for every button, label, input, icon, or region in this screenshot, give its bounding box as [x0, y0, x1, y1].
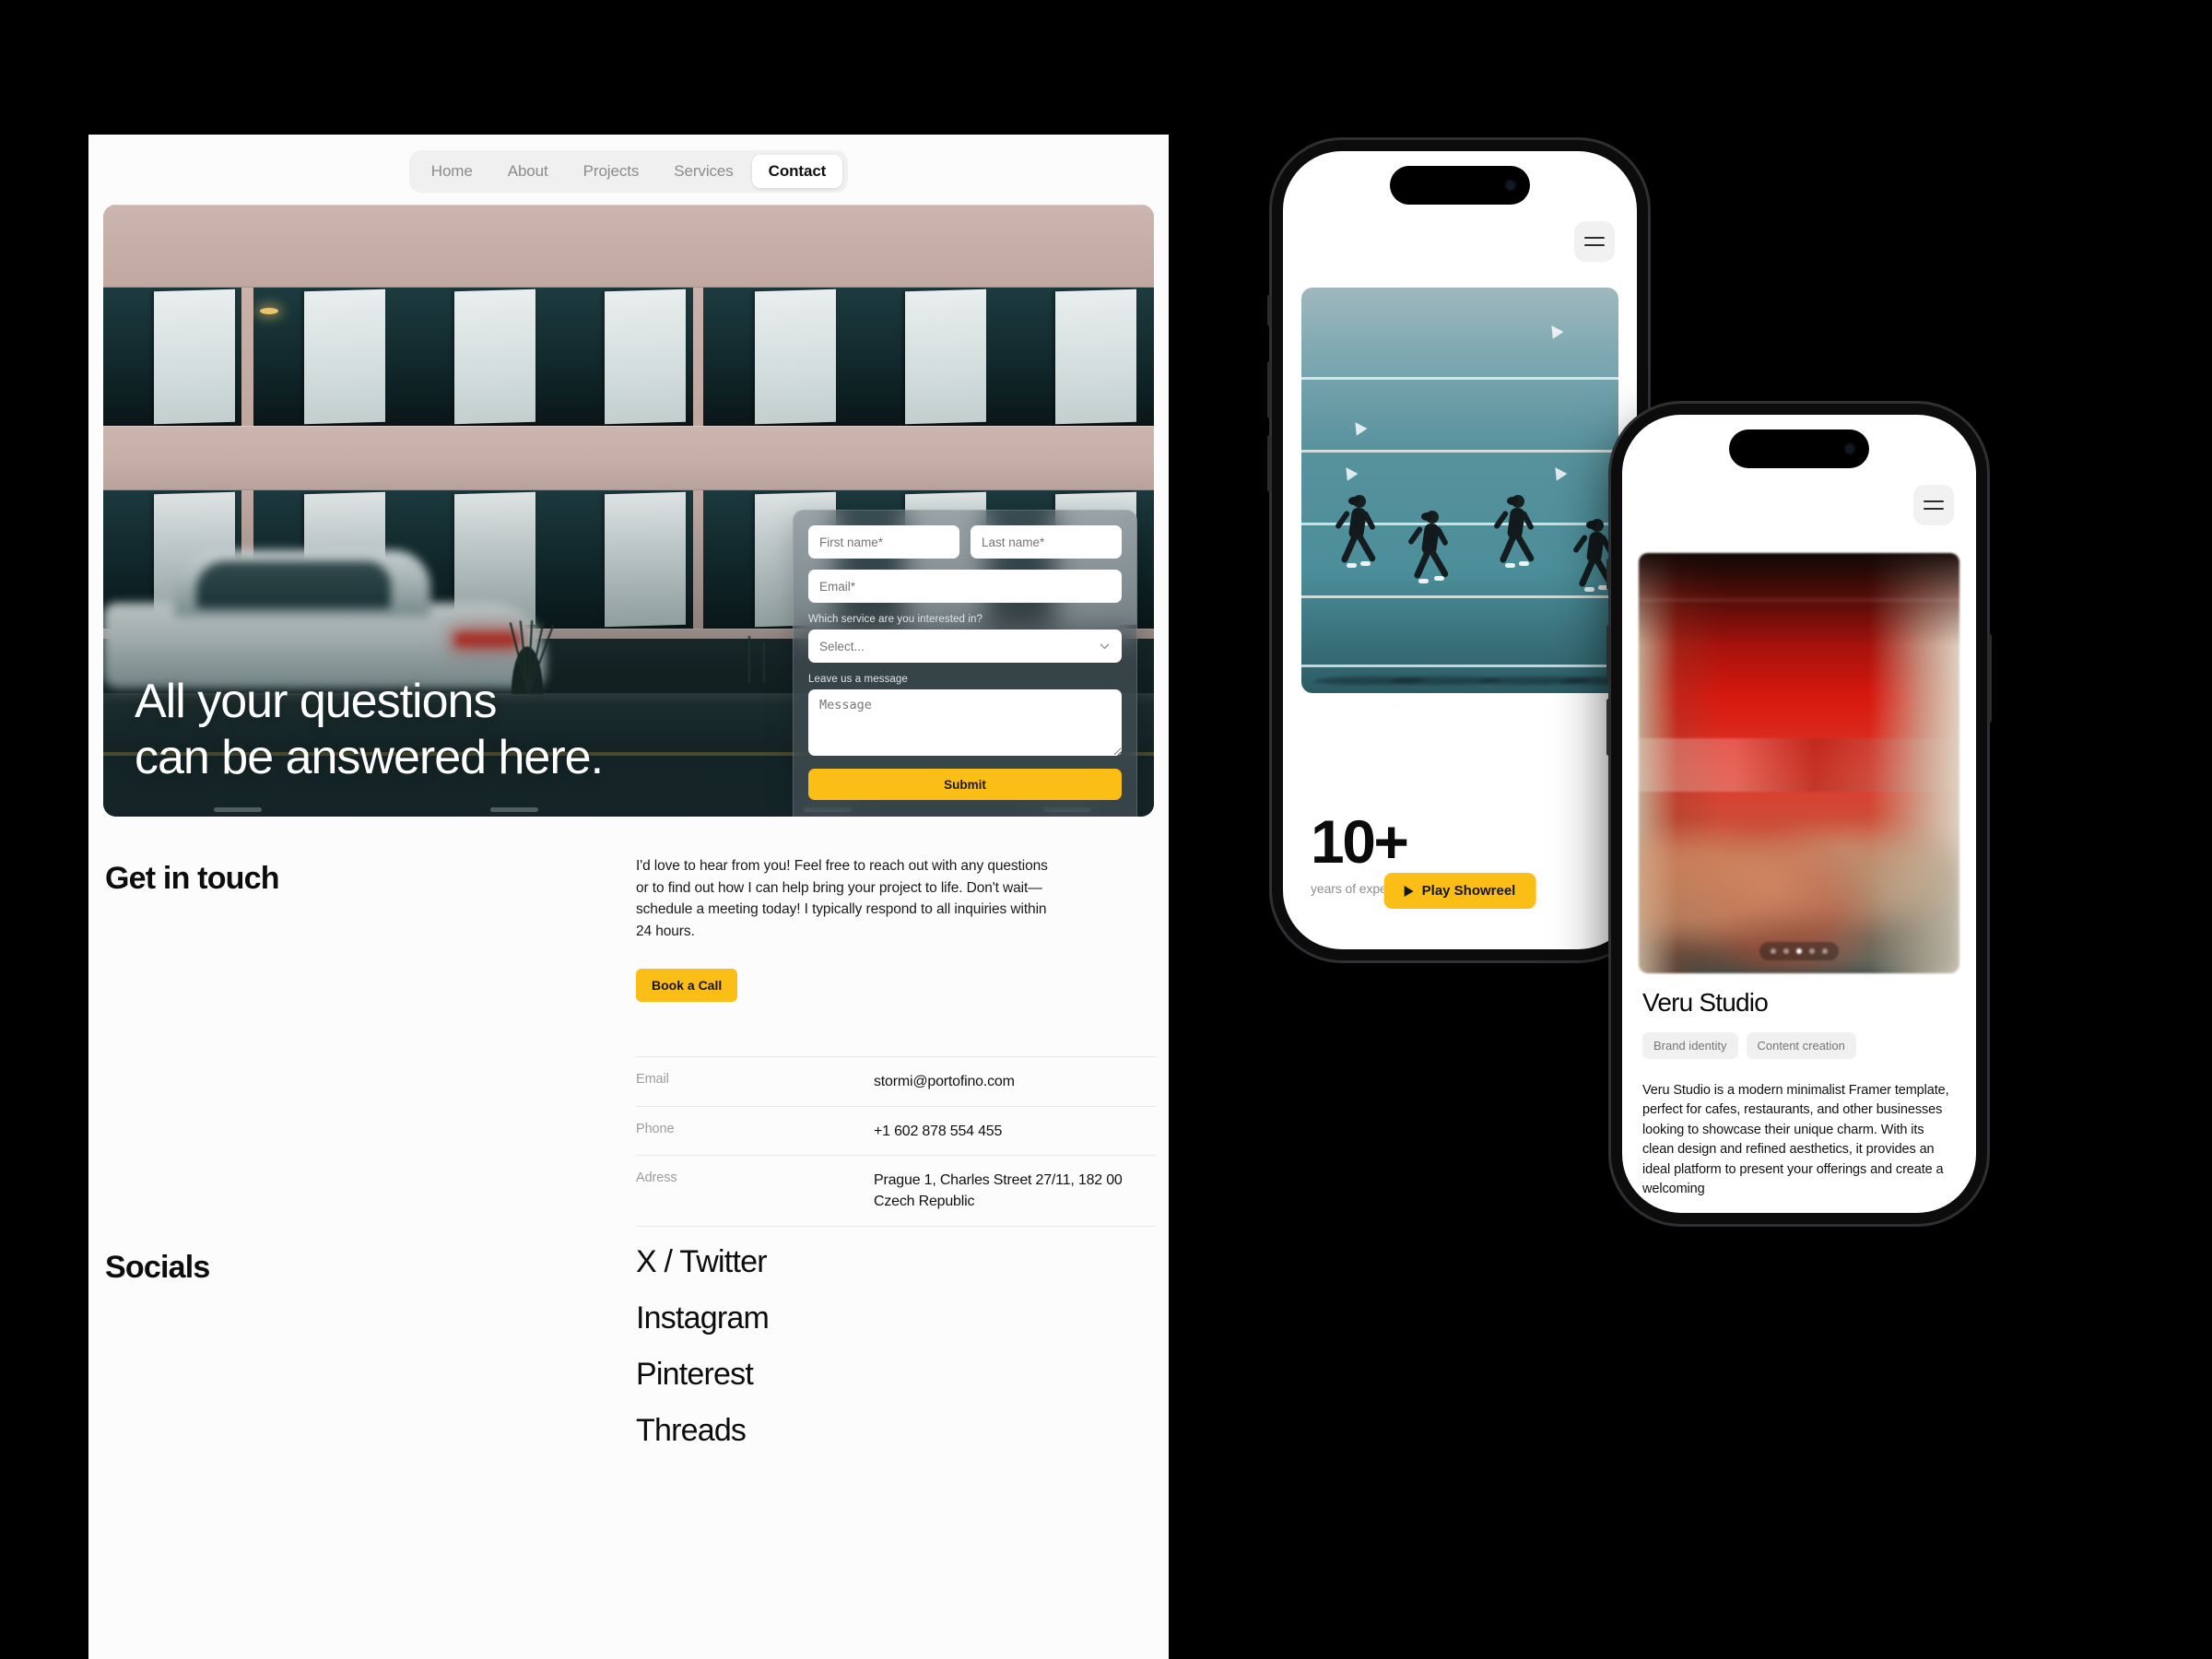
hamburger-menu-button[interactable]	[1913, 485, 1954, 525]
social-link-x-twitter[interactable]: X / Twitter	[636, 1244, 769, 1280]
phone2-screen: Veru Studio Brand identity Content creat…	[1622, 415, 1976, 1213]
contact-value-address: Prague 1, Charles Street 27/11, 182 00 C…	[874, 1172, 1123, 1210]
camera-icon	[1843, 442, 1856, 455]
service-select-wrapper[interactable]	[808, 629, 1122, 663]
project-title: Veru Studio	[1642, 988, 1769, 1017]
project-description: Veru Studio is a modern minimalist Frame…	[1642, 1083, 1949, 1197]
hero-section: All your questions can be answered here.…	[103, 205, 1154, 817]
carousel-dot[interactable]	[1771, 948, 1776, 954]
nav-item-home[interactable]: Home	[415, 155, 489, 188]
carousel-dot[interactable]	[1809, 948, 1815, 954]
runners-track-image	[1301, 288, 1618, 693]
service-field-label: Which service are you interested in?	[808, 614, 982, 625]
contact-value-email[interactable]: stormi@portofino.com	[874, 1072, 1156, 1093]
nav-item-projects[interactable]: Projects	[567, 155, 656, 188]
first-name-input[interactable]	[808, 525, 959, 559]
hero-title-line-2: can be answered here.	[135, 730, 604, 784]
project-cover-image	[1639, 553, 1959, 973]
tag-content-creation[interactable]: Content creation	[1746, 1032, 1856, 1059]
social-link-pinterest[interactable]: Pinterest	[636, 1357, 769, 1393]
contact-key-phone: Phone	[636, 1121, 675, 1136]
contact-key-email: Email	[636, 1072, 669, 1087]
table-row: Email stormi@portofino.com	[636, 1056, 1156, 1107]
nav-item-about[interactable]: About	[491, 155, 565, 188]
social-link-instagram[interactable]: Instagram	[636, 1300, 770, 1336]
table-row: Phone +1 602 878 554 455	[636, 1107, 1156, 1157]
play-icon	[1404, 885, 1414, 897]
dynamic-island	[1729, 429, 1869, 468]
camera-icon	[1504, 179, 1517, 192]
runner-figure	[1406, 511, 1450, 595]
phone-mockup-project: Veru Studio Brand identity Content creat…	[1606, 404, 1992, 1224]
name-row	[808, 525, 1122, 559]
hamburger-menu-button[interactable]	[1574, 221, 1615, 262]
nav-item-services[interactable]: Services	[657, 155, 749, 188]
phone1-screen: Play Showreel 10+ years of experience	[1283, 151, 1637, 949]
message-field-label: Leave us a message	[808, 674, 908, 685]
hero-title: All your questions can be answered here.	[135, 674, 604, 785]
project-details: Veru Studio Brand identity Content creat…	[1642, 988, 1956, 1200]
carousel-dot[interactable]	[1822, 948, 1828, 954]
desktop-preview-panel: Home About Projects Services Contact All…	[88, 135, 1169, 1659]
nav-item-contact[interactable]: Contact	[751, 155, 843, 188]
contact-form: Which service are you interested in? Lea…	[793, 510, 1137, 817]
play-showreel-button[interactable]: Play Showreel	[1383, 873, 1536, 909]
get-in-touch-heading: Get in touch	[105, 861, 280, 896]
carousel-dot[interactable]	[1783, 948, 1789, 954]
project-tags: Brand identity Content creation	[1642, 1032, 1956, 1059]
carousel-dots[interactable]	[1759, 942, 1839, 960]
service-select[interactable]	[808, 629, 1122, 663]
main-navigation: Home About Projects Services Contact	[408, 150, 849, 193]
get-in-touch-paragraph: I'd love to hear from you! Feel free to …	[636, 858, 1048, 939]
socials-list: X / Twitter Instagram Pinterest Threads	[636, 1244, 770, 1469]
book-a-call-button[interactable]: Book a Call	[636, 969, 738, 1002]
table-row: Adress Prague 1, Charles Street 27/11, 1…	[636, 1156, 1156, 1227]
message-textarea[interactable]	[808, 689, 1122, 756]
canvas: Home About Projects Services Contact All…	[0, 0, 2212, 1659]
runner-figure	[1492, 494, 1535, 580]
dynamic-island	[1390, 166, 1530, 205]
tag-brand-identity[interactable]: Brand identity	[1642, 1032, 1738, 1059]
email-input[interactable]	[808, 570, 1122, 603]
runner-figure	[1334, 494, 1377, 580]
submit-button[interactable]: Submit	[808, 769, 1122, 800]
carousel-dot-active[interactable]	[1796, 948, 1802, 954]
phone-mockup-showreel: Play Showreel 10+ years of experience	[1267, 140, 1648, 960]
chevron-down-icon	[1099, 641, 1111, 653]
stat-number: 10+	[1311, 807, 1409, 876]
socials-heading: Socials	[105, 1250, 210, 1285]
site-header: Home About Projects Services Contact	[88, 135, 1169, 208]
last-name-input[interactable]	[971, 525, 1122, 559]
contact-value-phone[interactable]: +1 602 878 554 455	[874, 1122, 1156, 1143]
social-link-threads[interactable]: Threads	[636, 1413, 769, 1449]
contact-key-address: Adress	[636, 1171, 677, 1186]
play-showreel-label: Play Showreel	[1421, 883, 1516, 899]
hero-title-line-1: All your questions	[135, 675, 497, 729]
contact-details-table: Email stormi@portofino.com Phone +1 602 …	[636, 1056, 1156, 1227]
